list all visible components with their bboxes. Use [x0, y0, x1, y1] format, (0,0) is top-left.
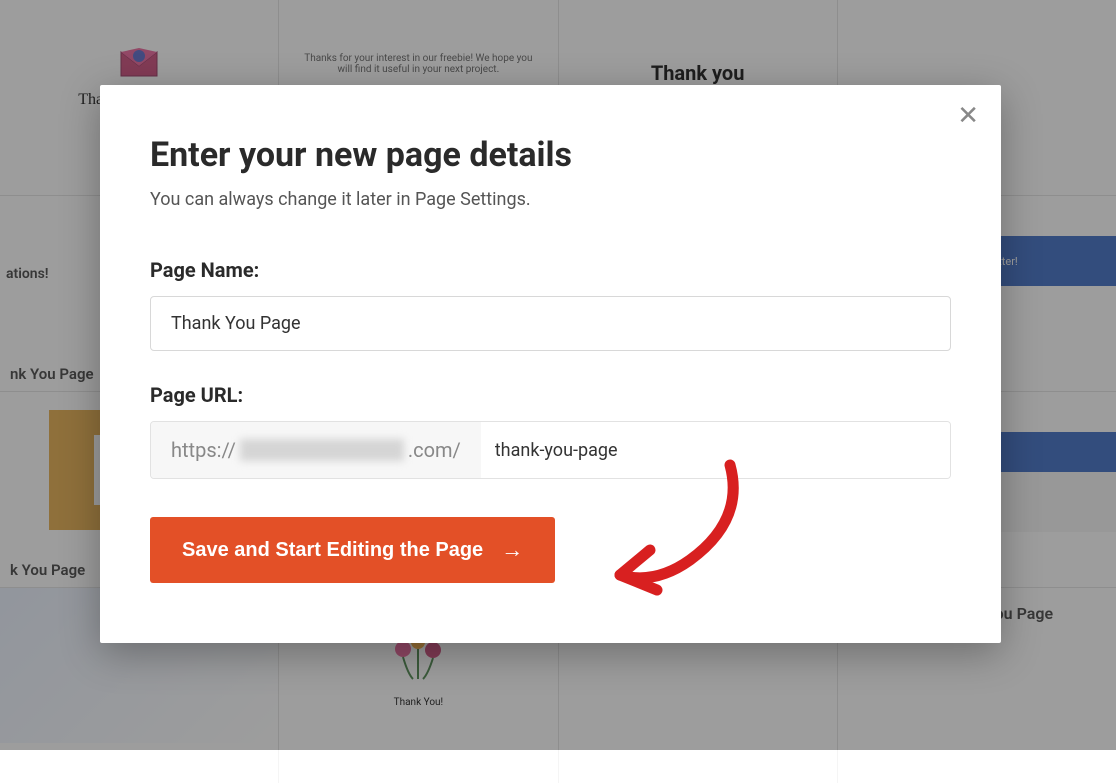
close-icon[interactable]: ✕	[957, 103, 979, 129]
page-name-label: Page Name:	[150, 258, 951, 282]
page-url-label: Page URL:	[150, 383, 951, 407]
save-and-start-editing-button[interactable]: Save and Start Editing the Page →	[150, 517, 555, 583]
url-domain-blurred	[240, 439, 404, 461]
page-name-input[interactable]	[150, 296, 951, 351]
arrow-right-icon: →	[501, 537, 523, 563]
save-button-label: Save and Start Editing the Page	[182, 539, 483, 562]
page-url-field: https://.com/	[150, 421, 951, 479]
new-page-details-modal: ✕ Enter your new page details You can al…	[100, 85, 1001, 643]
modal-title: Enter your new page details	[150, 135, 951, 175]
url-prefix: https://.com/	[151, 422, 481, 478]
modal-subtitle: You can always change it later in Page S…	[150, 189, 951, 210]
page-url-slug-input[interactable]	[481, 422, 950, 478]
